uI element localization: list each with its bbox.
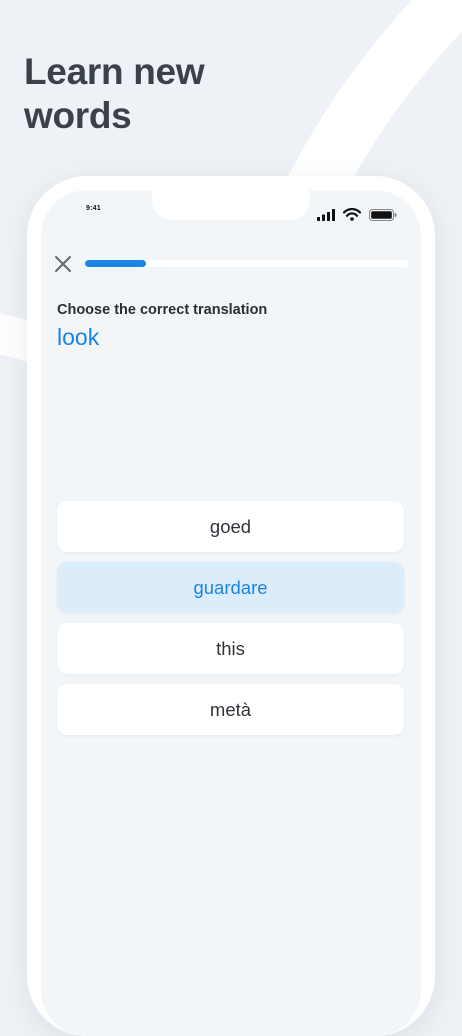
wifi-icon	[343, 208, 361, 221]
target-word: look	[57, 324, 100, 350]
phone-frame: 9:41 Choose the correct translation look…	[27, 176, 435, 1036]
answer-option[interactable]: metà	[57, 684, 404, 735]
status-time: 9:41	[86, 205, 101, 212]
headline: Learn new words	[24, 51, 205, 136]
progress-bar	[85, 260, 408, 267]
answer-option[interactable]: guardare	[57, 562, 404, 613]
phone-notch	[152, 190, 310, 220]
answer-option[interactable]: goed	[57, 501, 404, 552]
close-icon	[55, 256, 71, 272]
phone-screen: 9:41 Choose the correct translation look…	[41, 190, 421, 1036]
battery-icon	[369, 209, 397, 221]
progress-fill	[85, 260, 147, 267]
close-button[interactable]	[53, 254, 73, 274]
signal-icon	[317, 209, 335, 221]
answer-option[interactable]: this	[57, 623, 404, 674]
quiz-prompt: Choose the correct translation	[57, 302, 268, 318]
